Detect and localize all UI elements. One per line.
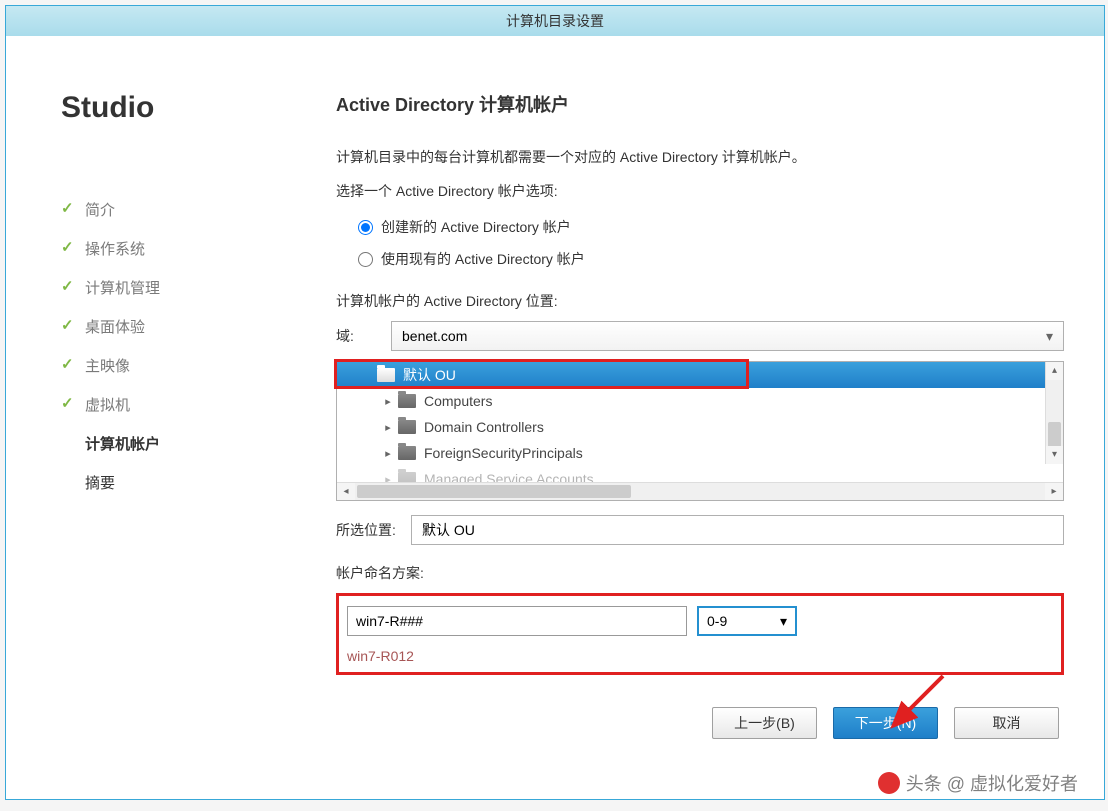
folder-icon: [398, 446, 416, 460]
folder-icon: [398, 394, 416, 408]
title-bar: 计算机目录设置: [6, 6, 1104, 36]
chevron-down-icon: ▾: [780, 613, 787, 630]
tree-item[interactable]: ▸ Managed Service Accounts: [337, 466, 1063, 482]
tree-default-ou[interactable]: 默认 OU: [337, 362, 1063, 388]
step-image[interactable]: 主映像: [61, 346, 286, 385]
step-vm[interactable]: 虚拟机: [61, 385, 286, 424]
tree-item[interactable]: ▸ Domain Controllers: [337, 414, 1063, 440]
step-account[interactable]: 计算机帐户: [61, 424, 286, 463]
radio-use-existing[interactable]: 使用现有的 Active Directory 帐户: [358, 243, 1064, 275]
scroll-thumb[interactable]: [357, 485, 631, 498]
tree-item[interactable]: ▸ ForeignSecurityPrincipals: [337, 440, 1063, 466]
radio-existing-input[interactable]: [358, 252, 373, 267]
naming-preview: win7-R012: [347, 648, 1053, 664]
step-summary[interactable]: 摘要: [61, 463, 286, 502]
brand: Studio: [61, 91, 286, 125]
folder-icon: [377, 368, 395, 382]
page-title: Active Directory 计算机帐户: [336, 91, 1064, 117]
window-title: 计算机目录设置: [506, 11, 604, 31]
watermark-logo-icon: [878, 772, 900, 794]
scroll-down-icon[interactable]: ▾: [1046, 446, 1063, 464]
expander-icon[interactable]: ▸: [382, 421, 394, 434]
expander-icon[interactable]: ▸: [382, 473, 394, 483]
back-button[interactable]: 上一步(B): [712, 707, 817, 739]
wizard-steps: 简介 操作系统 计算机管理 桌面体验 主映像 虚拟机 计算机帐户 摘要: [61, 190, 286, 502]
suffix-dropdown[interactable]: 0-9 ▾: [697, 606, 797, 636]
location-label: 计算机帐户的 Active Directory 位置:: [336, 291, 1064, 311]
domain-label: 域:: [336, 326, 391, 346]
page-desc: 计算机目录中的每台计算机都需要一个对应的 Active Directory 计算…: [336, 147, 1064, 167]
expander-icon[interactable]: ▸: [382, 395, 394, 408]
step-desktop[interactable]: 桌面体验: [61, 307, 286, 346]
cancel-button[interactable]: 取消: [954, 707, 1059, 739]
radio-create-new[interactable]: 创建新的 Active Directory 帐户: [358, 211, 1064, 243]
watermark: 头条 @ 虚拟化爱好者: [878, 770, 1078, 796]
naming-label: 帐户命名方案:: [336, 563, 1064, 583]
radio-create-input[interactable]: [358, 220, 373, 235]
ou-tree[interactable]: 默认 OU ▸ Computers ▸ Domain Controllers: [336, 361, 1064, 501]
scroll-left-icon[interactable]: ◂: [337, 483, 355, 500]
step-os[interactable]: 操作系统: [61, 229, 286, 268]
option-prompt: 选择一个 Active Directory 帐户选项:: [336, 181, 1064, 201]
step-management[interactable]: 计算机管理: [61, 268, 286, 307]
next-button[interactable]: 下一步(N): [833, 707, 938, 739]
naming-scheme-input[interactable]: [347, 606, 687, 636]
scroll-right-icon[interactable]: ▸: [1045, 483, 1063, 500]
folder-icon: [398, 472, 416, 482]
selected-location-label: 所选位置:: [336, 520, 411, 540]
step-intro[interactable]: 简介: [61, 190, 286, 229]
domain-dropdown[interactable]: benet.com: [391, 321, 1064, 351]
folder-icon: [398, 420, 416, 434]
scroll-up-icon[interactable]: ▴: [1046, 362, 1063, 380]
horizontal-scrollbar[interactable]: ◂ ▸: [337, 482, 1063, 500]
sidebar: Studio 简介 操作系统 计算机管理 桌面体验 主映像 虚拟机 计算机帐户 …: [46, 91, 306, 784]
main-panel: Active Directory 计算机帐户 计算机目录中的每台计算机都需要一个…: [306, 91, 1064, 784]
expander-icon[interactable]: ▸: [382, 447, 394, 460]
tree-item[interactable]: ▸ Computers: [337, 388, 1063, 414]
annotation-box: 0-9 ▾ win7-R012: [336, 593, 1064, 675]
selected-location-field: 默认 OU: [411, 515, 1064, 545]
vertical-scrollbar[interactable]: ▴ ▾: [1045, 362, 1063, 464]
